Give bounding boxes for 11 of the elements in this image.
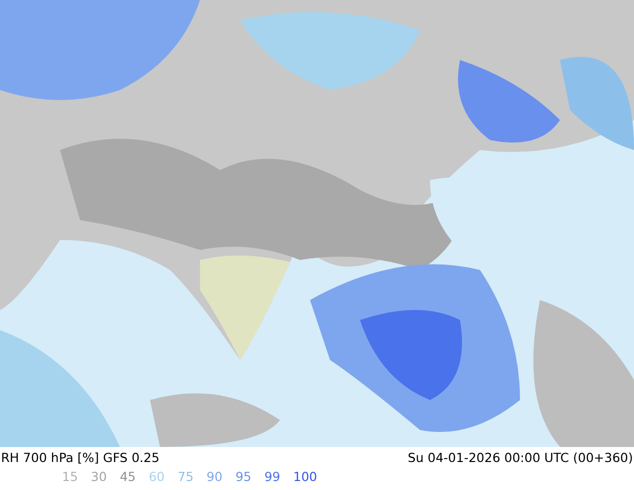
legend-value: 60 bbox=[148, 469, 165, 484]
legend-value: 99 bbox=[264, 469, 280, 484]
legend-value: 100 bbox=[293, 469, 318, 484]
legend-value: 95 bbox=[235, 469, 252, 484]
chart-title: RH 700 hPa [%] GFS 0.25 bbox=[1, 450, 160, 465]
valid-time: Su 04-01-2026 00:00 UTC (00+360) bbox=[408, 450, 633, 465]
legend-value: 90 bbox=[206, 469, 222, 484]
legend-value: 75 bbox=[178, 469, 194, 484]
legend-value: 45 bbox=[120, 469, 136, 484]
legend-value: 30 bbox=[90, 469, 107, 484]
legend-value: 15 bbox=[62, 469, 78, 484]
